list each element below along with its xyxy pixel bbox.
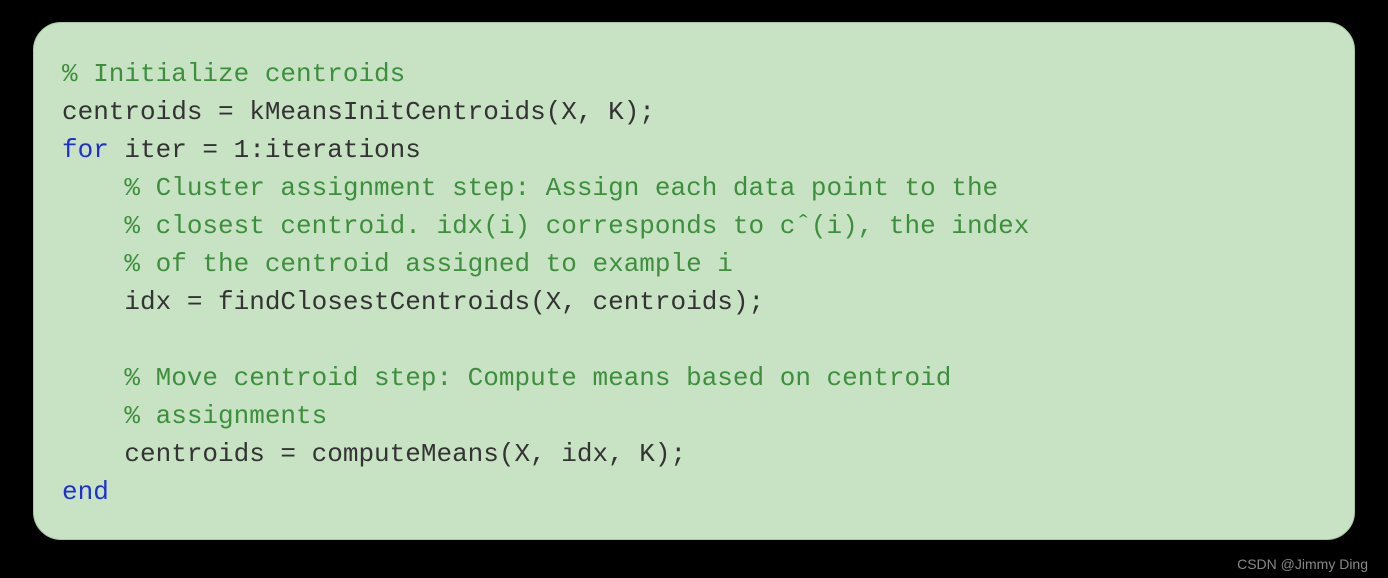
code-comment: % Move centroid step: Compute means base… xyxy=(62,363,951,393)
code-comment: % Initialize centroids xyxy=(62,59,405,89)
code-comment: % assignments xyxy=(62,401,327,431)
code-line: idx = findClosestCentroids(X, centroids)… xyxy=(62,287,764,317)
code-line: centroids = kMeansInitCentroids(X, K); xyxy=(62,97,655,127)
code-line: iter = 1:iterations xyxy=(109,135,421,165)
code-panel: % Initialize centroids centroids = kMean… xyxy=(33,22,1355,540)
code-keyword: for xyxy=(62,135,109,165)
code-comment: % Cluster assignment step: Assign each d… xyxy=(62,173,998,203)
code-keyword: end xyxy=(62,477,109,507)
watermark-text: CSDN @Jimmy Ding xyxy=(1237,556,1368,572)
code-line: centroids = computeMeans(X, idx, K); xyxy=(62,439,686,469)
code-comment: % of the centroid assigned to example i xyxy=(62,249,733,279)
code-block: % Initialize centroids centroids = kMean… xyxy=(62,55,1326,511)
code-comment: % closest centroid. idx(i) corresponds t… xyxy=(62,211,1029,241)
